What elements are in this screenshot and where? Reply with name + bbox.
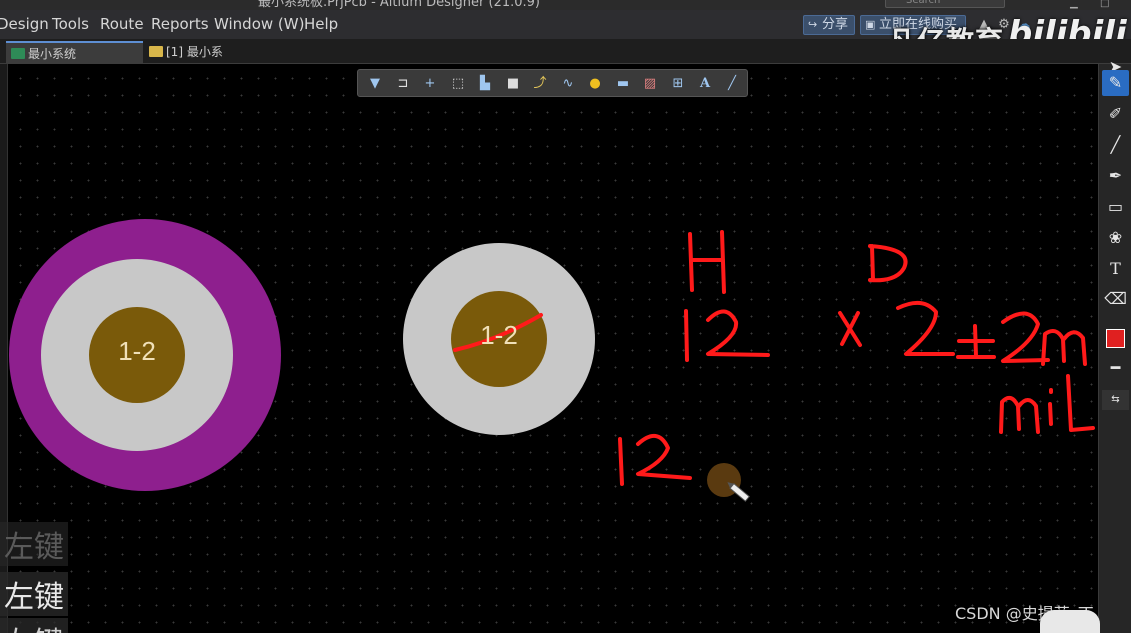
fill-icon[interactable]: ▬ bbox=[614, 75, 632, 93]
filter-icon[interactable]: ▼ bbox=[366, 75, 384, 93]
line-tool-icon[interactable]: ╱ bbox=[1102, 132, 1129, 158]
tab-sch-doc[interactable]: [1] 最小系统.SchDoc bbox=[144, 41, 284, 81]
menu-window[interactable]: Window (W) bbox=[214, 15, 304, 33]
pcb-doc-icon bbox=[11, 48, 25, 59]
pad-1-label: 1-2 bbox=[118, 336, 156, 366]
pad-icon[interactable]: ● bbox=[586, 75, 604, 93]
cross-icon[interactable]: + bbox=[421, 75, 439, 93]
stroke-width-icon[interactable]: ━ bbox=[1102, 355, 1129, 381]
share-icon: ↪ bbox=[808, 18, 818, 31]
cart-icon: ▣ bbox=[865, 18, 876, 31]
chart-icon[interactable]: ▙ bbox=[476, 75, 494, 93]
ink-letter-i bbox=[1048, 388, 1053, 426]
rectangle-icon[interactable]: ▭ bbox=[1102, 194, 1129, 220]
annotation-toolbar: ➤ ✎ ✐ ╱ ✒ ▭ ❀ T ⌫ ━ ⇆ bbox=[1098, 57, 1131, 633]
ink-plus-minus bbox=[956, 324, 996, 359]
text-tool-icon[interactable]: T bbox=[1102, 256, 1129, 282]
select-rect-icon[interactable]: ⬚ bbox=[449, 75, 467, 93]
left-click-hint-partial: 左键 bbox=[0, 618, 68, 633]
ink-letter-h bbox=[688, 230, 726, 294]
route-icon[interactable]: ⊐ bbox=[394, 75, 412, 93]
component-icon[interactable]: ■ bbox=[504, 75, 522, 93]
share-button[interactable]: ↪ 分享 bbox=[803, 15, 855, 35]
ink-letter-m2 bbox=[999, 395, 1040, 434]
dimension-icon[interactable]: ⊞ bbox=[669, 75, 687, 93]
menu-reports[interactable]: Reports bbox=[151, 15, 209, 33]
maximize-icon[interactable]: □ bbox=[1100, 0, 1109, 9]
sch-doc-icon bbox=[149, 46, 163, 57]
document-tab-bar: 最小系统板.PcbDoc * [1] 最小系统.SchDoc bbox=[0, 39, 1131, 83]
eraser-icon[interactable]: ⌫ bbox=[1102, 286, 1129, 312]
left-click-hint-faded: 左键 bbox=[0, 522, 68, 566]
ink-letter-d bbox=[868, 244, 908, 283]
menu-route[interactable]: Route bbox=[100, 15, 144, 33]
ink-digit-1b bbox=[618, 437, 624, 486]
corner-logo bbox=[1040, 610, 1100, 633]
ink-letter-x bbox=[838, 311, 862, 347]
collapse-icon[interactable]: ⇆ bbox=[1102, 390, 1129, 410]
diff-pair-icon[interactable]: ∿ bbox=[559, 75, 577, 93]
pen-icon[interactable]: ✎ bbox=[1102, 70, 1129, 96]
menu-design[interactable]: Design bbox=[0, 15, 49, 33]
left-click-hint: 左键 bbox=[0, 572, 68, 616]
share-label: 分享 bbox=[822, 17, 849, 32]
ink-digit-1 bbox=[684, 309, 689, 362]
stamp-icon[interactable]: ❀ bbox=[1102, 225, 1129, 251]
ink-digit-2d bbox=[636, 434, 692, 480]
text-icon[interactable]: A bbox=[696, 75, 714, 93]
interactive-route-icon[interactable]: ⤴ bbox=[531, 75, 549, 93]
pcb-canvas[interactable]: 1-2 1-2 bbox=[8, 64, 1098, 633]
marker-icon[interactable]: ✐ bbox=[1102, 101, 1129, 127]
ink-letter-l bbox=[1066, 374, 1095, 432]
line-icon[interactable]: ╱ bbox=[723, 75, 741, 93]
ink-digit-2 bbox=[706, 309, 770, 357]
ink-digit-2c bbox=[1001, 311, 1050, 363]
search-input[interactable]: Search bbox=[885, 0, 1005, 8]
brush-icon[interactable]: ✒ bbox=[1102, 163, 1129, 189]
window-title: 最小系统板.PrjPcb - Altium Designer (21.0.9) bbox=[258, 0, 540, 10]
menu-tools[interactable]: Tools bbox=[52, 15, 89, 33]
color-swatch[interactable] bbox=[1106, 329, 1125, 348]
menu-help[interactable]: Help bbox=[304, 15, 338, 33]
pad-2-label: 1-2 bbox=[480, 320, 518, 350]
minimize-icon[interactable]: ▁ bbox=[1070, 0, 1078, 9]
polygon-icon[interactable]: ▨ bbox=[641, 75, 659, 93]
active-bar-toolbar: ▼ ⊐ + ⬚ ▙ ■ ⤴ ∿ ● ▬ ▨ ⊞ A ╱ bbox=[357, 69, 748, 97]
title-bar: 最小系统板.PrjPcb - Altium Designer (21.0.9) … bbox=[0, 0, 1131, 10]
ink-digit-2b bbox=[896, 300, 955, 356]
tab-pcb-doc[interactable]: 最小系统板.PcbDoc * bbox=[6, 41, 143, 83]
canvas-drawing bbox=[9, 219, 1095, 502]
